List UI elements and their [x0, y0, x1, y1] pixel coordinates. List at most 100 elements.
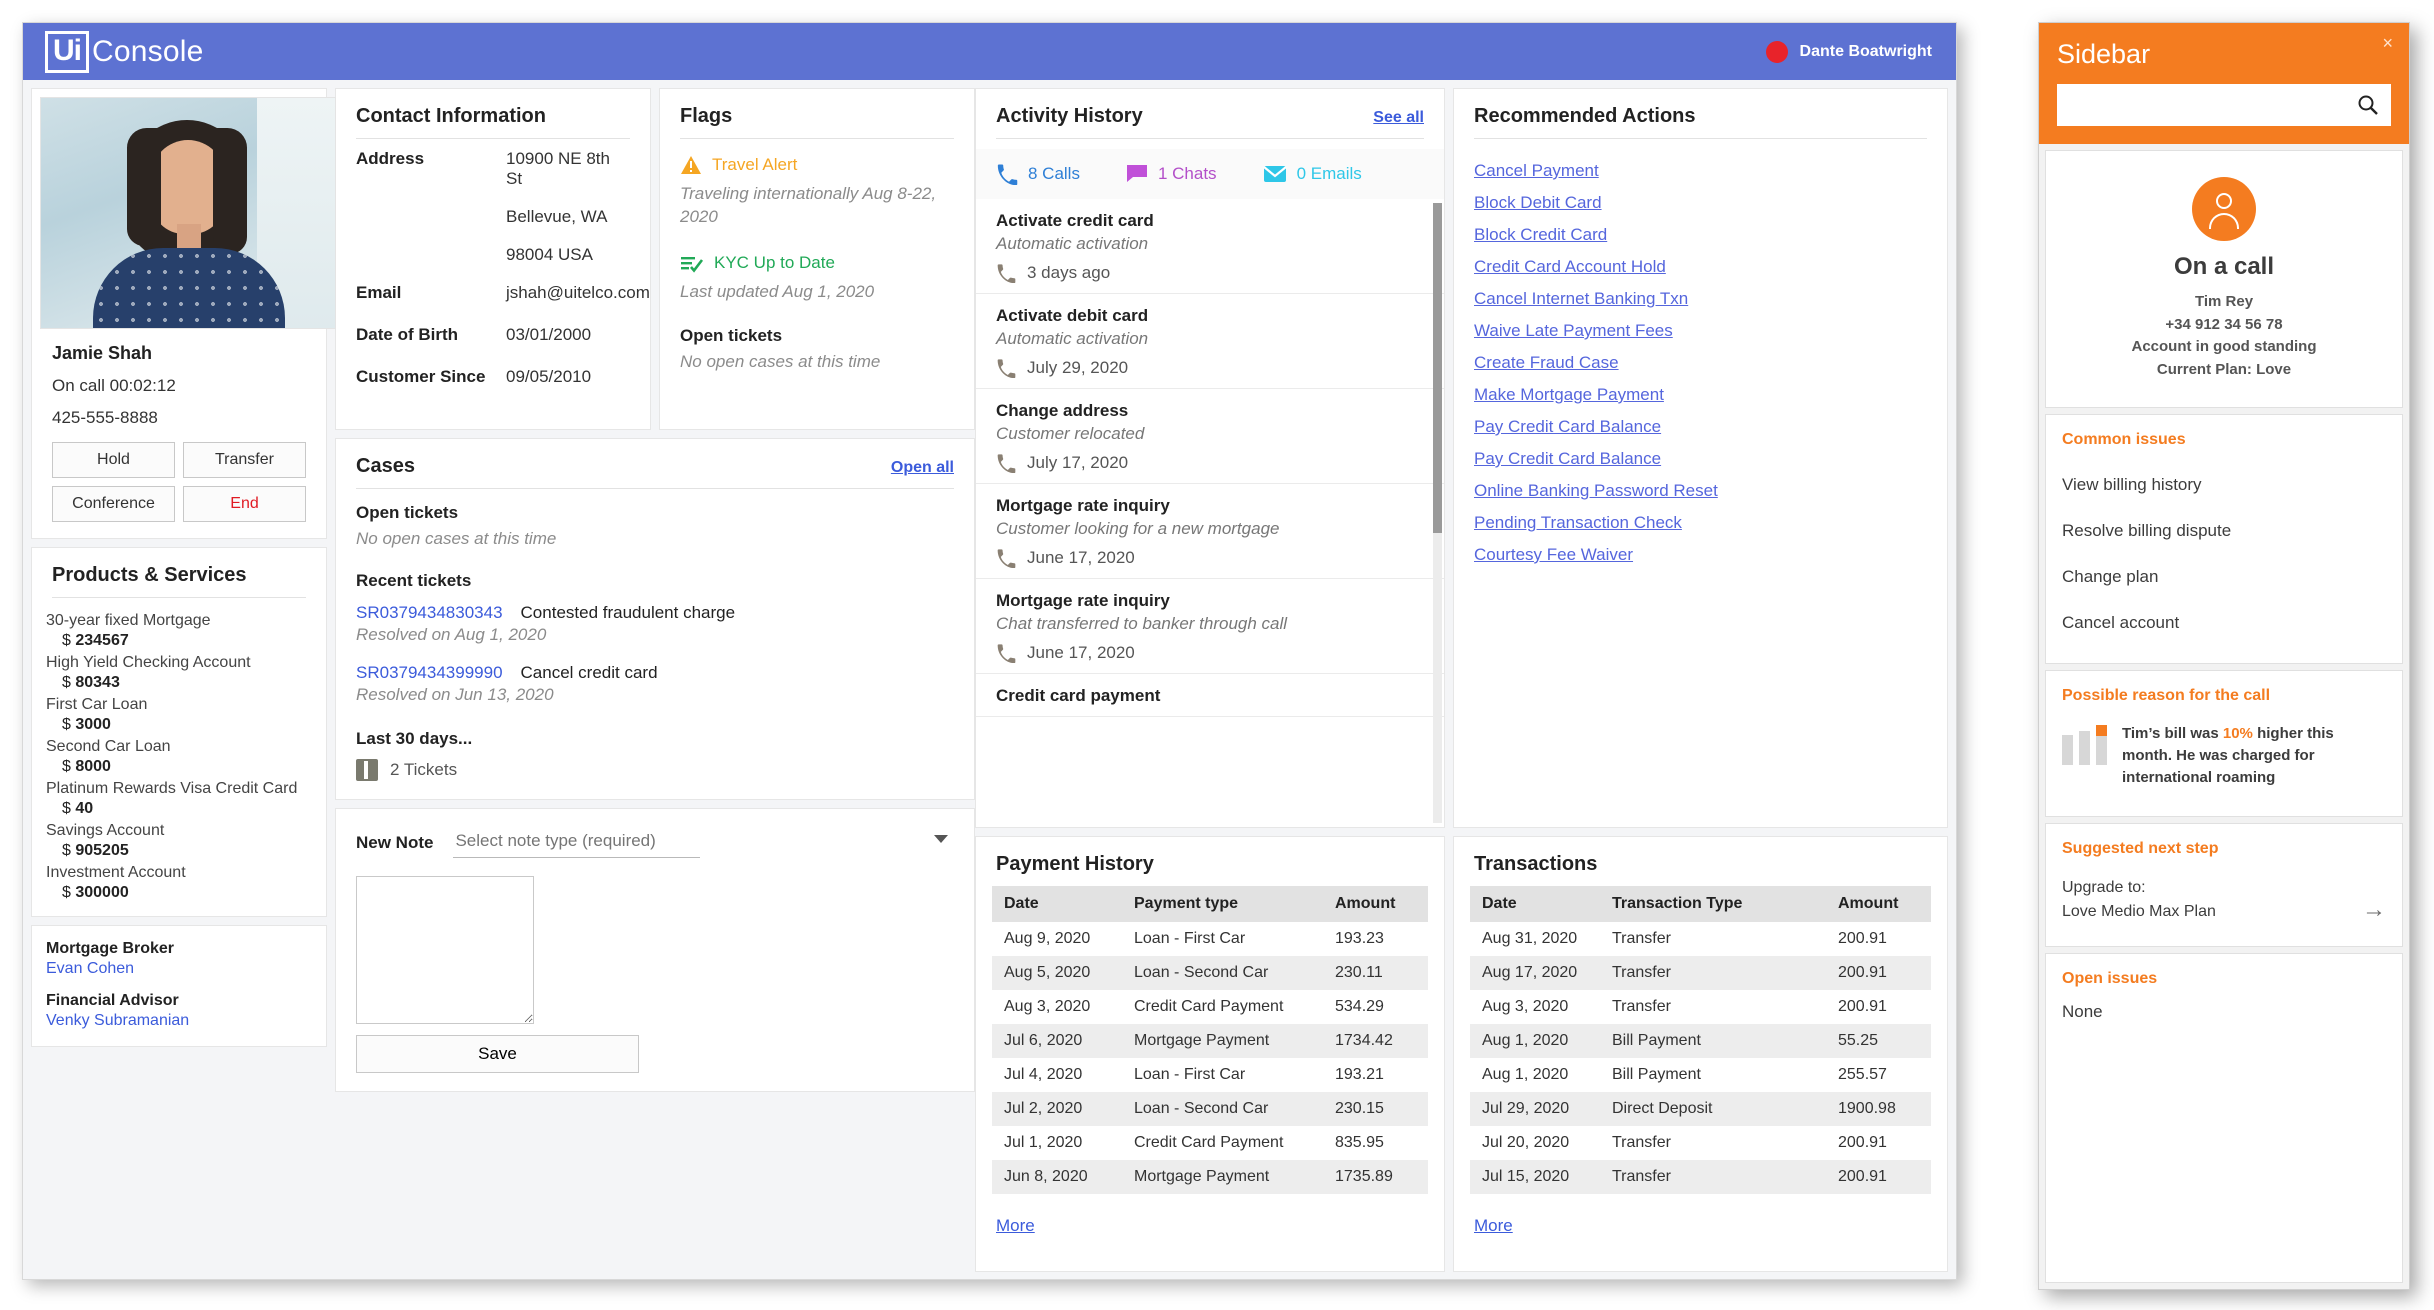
recommended-action-link[interactable]: Pay Credit Card Balance [1454, 437, 1947, 469]
payment-history-table: DatePayment typeAmount Aug 9, 2020Loan -… [992, 886, 1428, 1194]
recommended-action-link[interactable]: Cancel Internet Banking Txn [1454, 277, 1947, 309]
cases-open-tickets-label: Open tickets [336, 499, 974, 523]
table-cell: Aug 3, 2020 [1470, 990, 1600, 1024]
mortgage-broker-link[interactable]: Evan Cohen [32, 958, 326, 978]
right-column: Activity History See all 8 Calls [975, 80, 1956, 1280]
activity-item[interactable]: Mortgage rate inquiryChat transferred to… [976, 579, 1444, 674]
payment-history-more-link[interactable]: More [976, 1194, 1444, 1250]
activity-item[interactable]: Activate credit cardAutomatic activation… [976, 199, 1444, 294]
close-icon[interactable]: × [2382, 33, 2393, 54]
table-cell: Jul 29, 2020 [1470, 1092, 1600, 1126]
email-label: Email [356, 283, 506, 303]
table-cell: Bill Payment [1600, 1024, 1826, 1058]
table-row[interactable]: Aug 3, 2020Credit Card Payment534.29 [992, 990, 1428, 1024]
table-cell: 230.15 [1323, 1092, 1428, 1126]
emails-chip[interactable]: 0 Emails [1263, 164, 1362, 184]
recommended-action-link[interactable]: Create Fraud Case [1454, 341, 1947, 373]
recommended-action-link[interactable]: Pending Transaction Check [1454, 501, 1947, 533]
divider [356, 138, 630, 139]
table-cell: 230.11 [1323, 956, 1428, 990]
recommended-action-link[interactable]: Block Credit Card [1454, 213, 1947, 245]
kyc-flag: KYC Up to Date [660, 247, 974, 273]
address-label: Address [356, 149, 506, 265]
table-row[interactable]: Aug 31, 2020Transfer200.91 [1470, 922, 1931, 956]
products-title: Products & Services [32, 548, 326, 597]
activity-list: Activate credit cardAutomatic activation… [976, 199, 1444, 717]
save-note-button[interactable]: Save [356, 1035, 639, 1073]
table-row[interactable]: Aug 17, 2020Transfer200.91 [1470, 956, 1931, 990]
table-row[interactable]: Jul 2, 2020Loan - Second Car230.15 [992, 1092, 1428, 1126]
financial-advisor-link[interactable]: Venky Subramanian [32, 1010, 326, 1030]
open-all-link[interactable]: Open all [891, 459, 954, 477]
divider [1474, 138, 1927, 139]
end-call-button[interactable]: End [183, 486, 306, 522]
table-cell: Transfer [1600, 1126, 1826, 1160]
chevron-down-icon [934, 835, 948, 843]
last-30-days-value: 2 Tickets [390, 760, 457, 780]
table-row[interactable]: Jul 29, 2020Direct Deposit1900.98 [1470, 1092, 1931, 1126]
activity-list-scroll[interactable]: Activate credit cardAutomatic activation… [976, 199, 1444, 827]
common-issue-item[interactable]: Resolve billing dispute [2062, 521, 2386, 541]
activity-item-title: Mortgage rate inquiry [996, 591, 1424, 611]
conference-button[interactable]: Conference [52, 486, 175, 522]
agent-name: Dante Boatwright [1800, 43, 1932, 61]
note-type-select[interactable] [453, 827, 700, 858]
new-note-card: New Note Save [335, 808, 975, 1092]
activity-item[interactable]: Credit card payment [976, 674, 1444, 717]
hold-button[interactable]: Hold [52, 442, 175, 478]
table-row[interactable]: Jun 8, 2020Mortgage Payment1735.89 [992, 1160, 1428, 1194]
activity-header: Activity History See all [976, 89, 1444, 138]
transactions-more-link[interactable]: More [1454, 1194, 1947, 1250]
recommended-action-link[interactable]: Waive Late Payment Fees [1454, 309, 1947, 341]
case-id-link[interactable]: SR0379434399990 [356, 663, 503, 683]
table-row[interactable]: Jul 1, 2020Credit Card Payment835.95 [992, 1126, 1428, 1160]
kyc-detail: Last updated Aug 1, 2020 [660, 273, 974, 322]
table-row[interactable]: Aug 5, 2020Loan - Second Car230.11 [992, 956, 1428, 990]
activity-scrollbar-thumb[interactable] [1433, 203, 1442, 533]
common-issue-item[interactable]: Change plan [2062, 567, 2386, 587]
table-row[interactable]: Aug 1, 2020Bill Payment55.25 [1470, 1024, 1931, 1058]
dob-value: 03/01/2000 [506, 325, 591, 345]
common-issue-item[interactable]: View billing history [2062, 475, 2386, 495]
avatar [2192, 177, 2256, 241]
case-row: SR0379434830343Contested fraudulent char… [336, 599, 974, 623]
table-row[interactable]: Jul 15, 2020Transfer200.91 [1470, 1160, 1931, 1194]
activity-item[interactable]: Change addressCustomer relocatedJuly 17,… [976, 389, 1444, 484]
transfer-button[interactable]: Transfer [183, 442, 306, 478]
table-row[interactable]: Aug 1, 2020Bill Payment255.57 [1470, 1058, 1931, 1092]
recommended-action-link[interactable]: Online Banking Password Reset [1454, 469, 1947, 501]
table-row[interactable]: Aug 3, 2020Transfer200.91 [1470, 990, 1931, 1024]
activity-item[interactable]: Mortgage rate inquiryCustomer looking fo… [976, 484, 1444, 579]
recommended-action-link[interactable]: Pay Credit Card Balance [1454, 405, 1947, 437]
note-textarea[interactable] [356, 876, 534, 1024]
recommended-action-link[interactable]: Make Mortgage Payment [1454, 373, 1947, 405]
cases-card: Cases Open all Open tickets No open case… [335, 438, 975, 800]
phone-icon [996, 263, 1016, 283]
recommended-action-link[interactable]: Courtesy Fee Waiver [1454, 533, 1947, 565]
case-description: Cancel credit card [521, 663, 658, 683]
table-row[interactable]: Jul 6, 2020Mortgage Payment1734.42 [992, 1024, 1428, 1058]
next-step-card: Suggested next step Upgrade to: Love Med… [2045, 823, 2403, 947]
note-type-select-wrap[interactable] [453, 827, 954, 858]
activity-item[interactable]: Activate debit cardAutomatic activationJ… [976, 294, 1444, 389]
recommended-action-link[interactable]: Credit Card Account Hold [1454, 245, 1947, 277]
agent-status-dot [1766, 41, 1788, 63]
sidebar-search[interactable] [2057, 84, 2391, 126]
common-issue-item[interactable]: Cancel account [2062, 613, 2386, 633]
recommended-action-link[interactable]: Cancel Payment [1454, 149, 1947, 181]
product-amount: $ 80343 [46, 674, 312, 692]
recommended-action-link[interactable]: Block Debit Card [1454, 181, 1947, 213]
table-row[interactable]: Jul 4, 2020Loan - First Car193.21 [992, 1058, 1428, 1092]
see-all-link[interactable]: See all [1373, 109, 1424, 127]
table-row[interactable]: Jul 20, 2020Transfer200.91 [1470, 1126, 1931, 1160]
case-id-link[interactable]: SR0379434830343 [356, 603, 503, 623]
table-row[interactable]: Aug 9, 2020Loan - First Car193.23 [992, 922, 1428, 956]
next-step-line-2: Love Medio Max Plan [2062, 900, 2216, 924]
payment-history-card: Payment History DatePayment typeAmount A… [975, 836, 1445, 1272]
transactions-card: Transactions DateTransaction TypeAmount … [1453, 836, 1948, 1272]
arrow-right-icon[interactable]: → [2362, 896, 2386, 924]
agent-status[interactable]: Dante Boatwright [1766, 23, 1932, 80]
next-step-body[interactable]: Upgrade to: Love Medio Max Plan → [2062, 876, 2386, 924]
chats-chip[interactable]: 1 Chats [1126, 164, 1217, 184]
calls-chip[interactable]: 8 Calls [996, 163, 1080, 185]
